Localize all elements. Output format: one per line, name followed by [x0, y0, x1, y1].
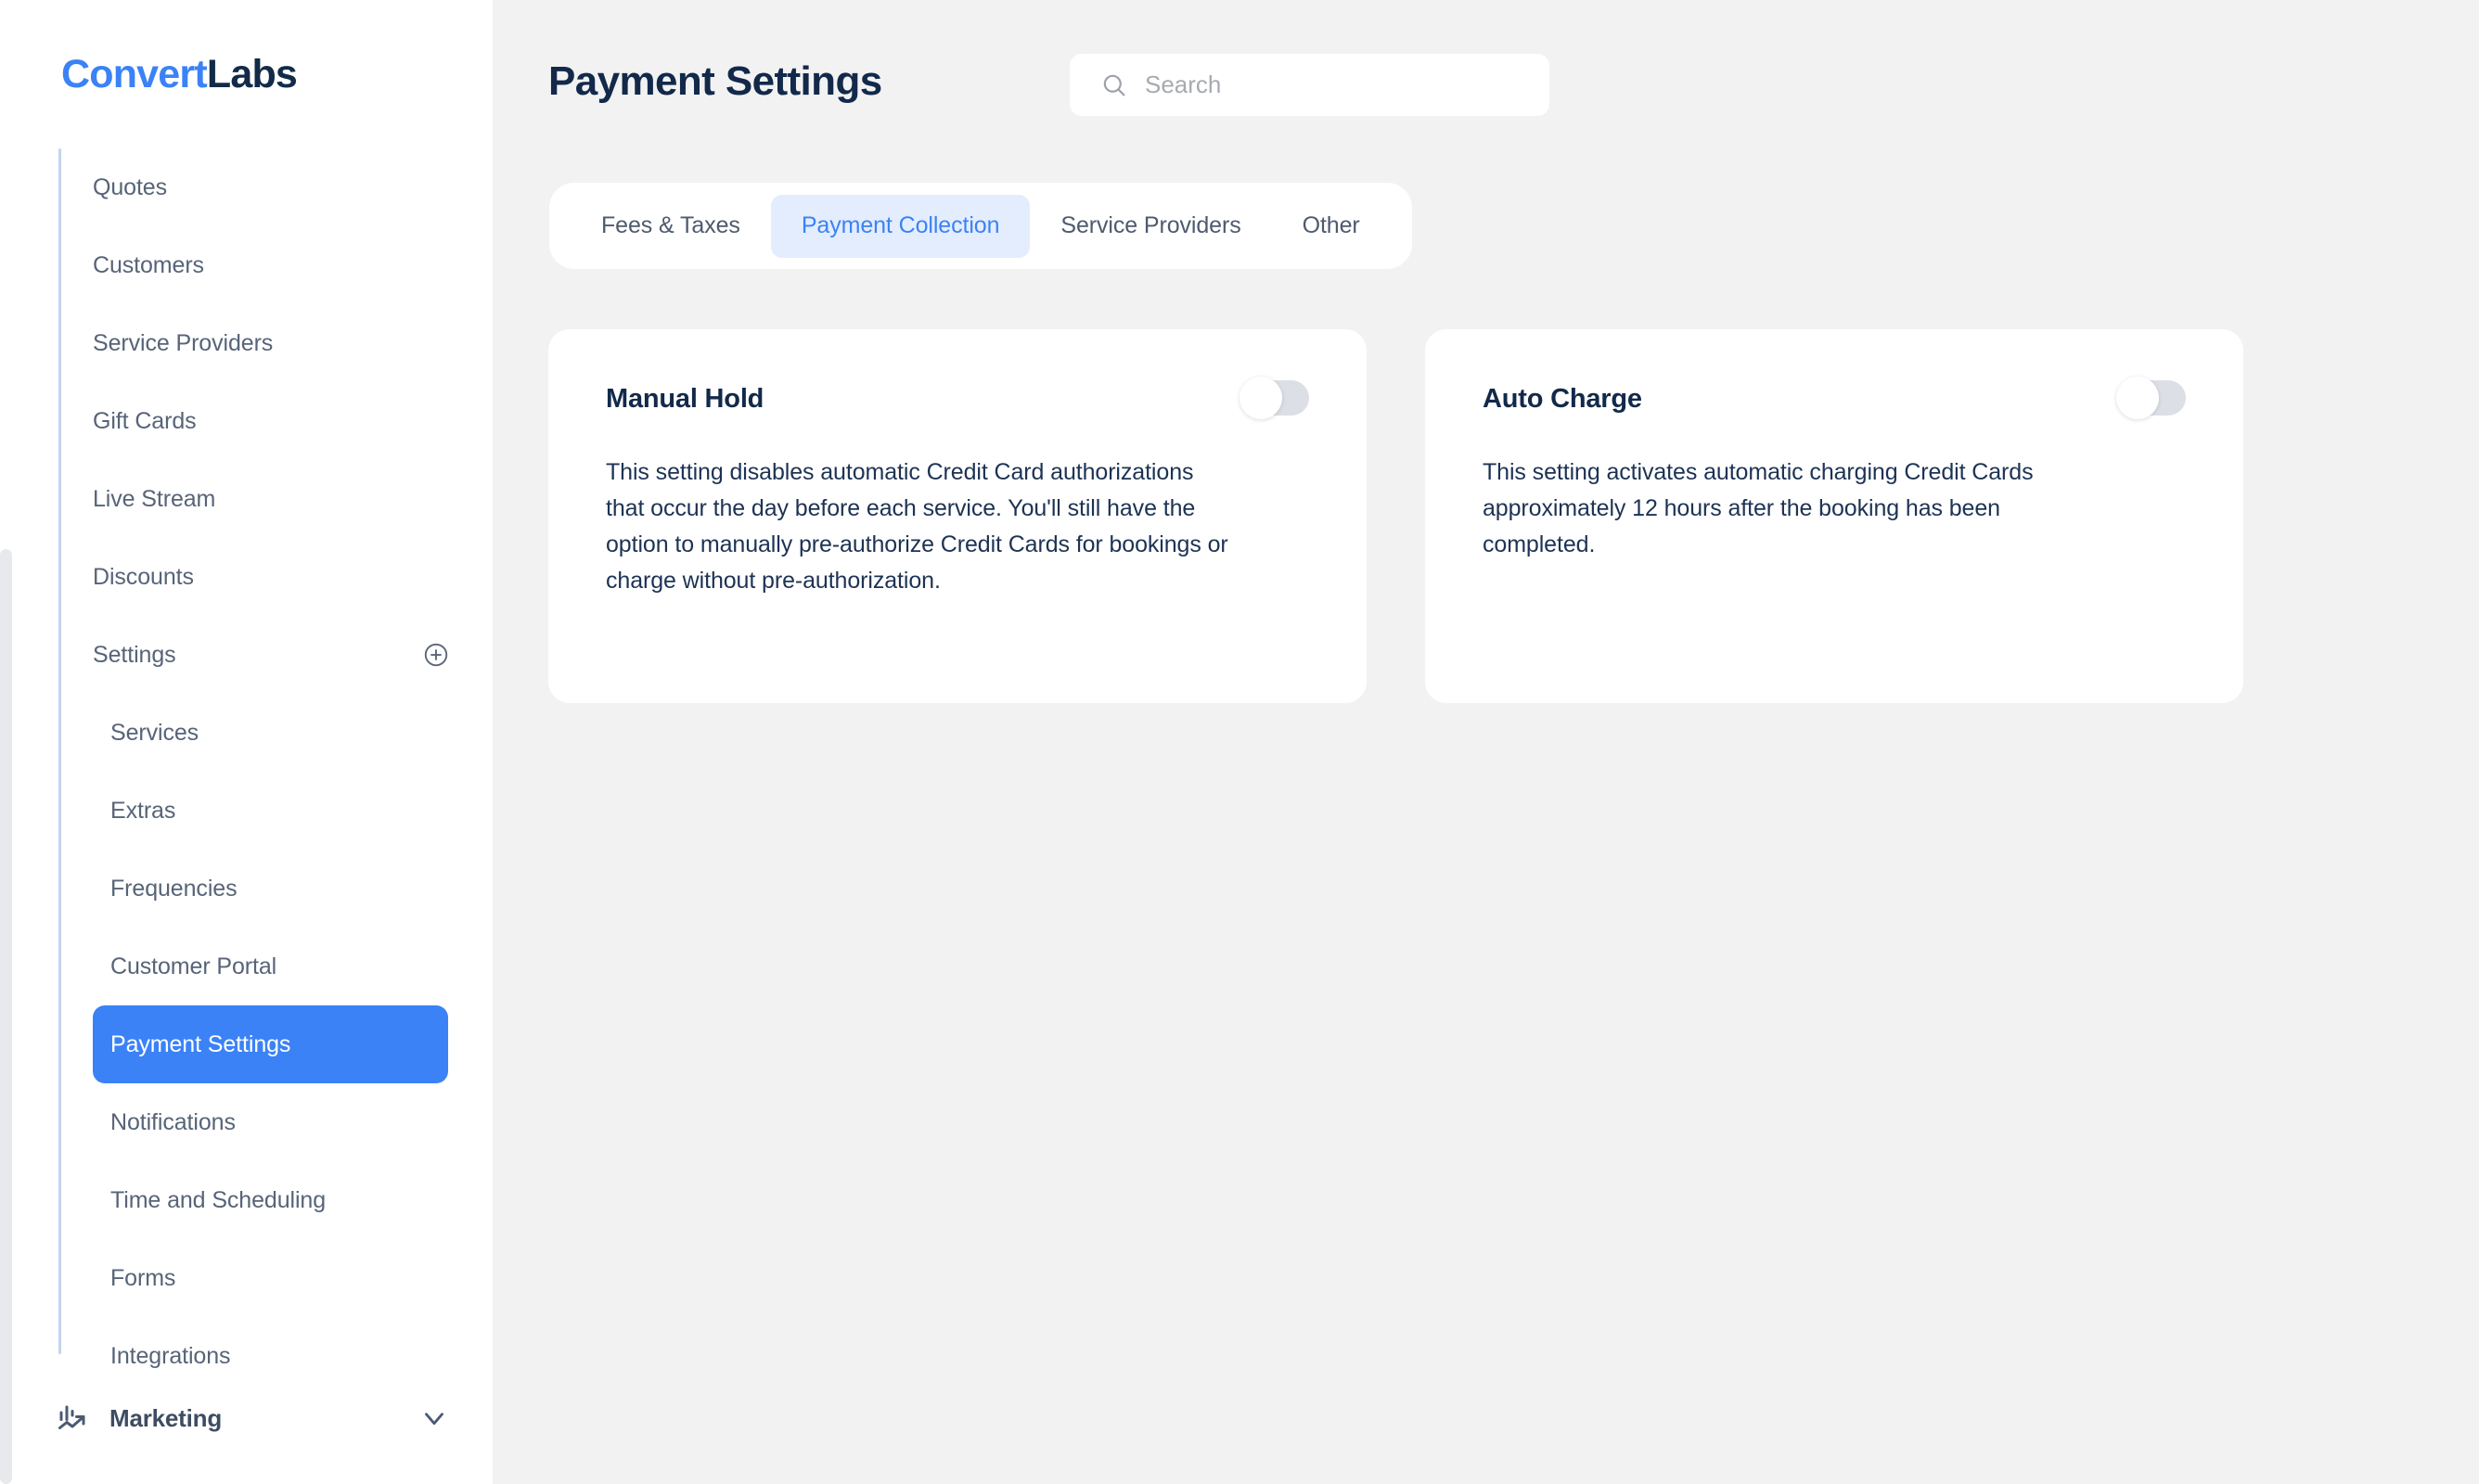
sidebar-item-integrations[interactable]: Integrations [0, 1317, 493, 1395]
sidebar-item-label: Customers [93, 251, 204, 278]
sidebar-item-label: Extras [110, 797, 176, 824]
setting-card-auto-charge: Auto Charge This setting activates automa… [1425, 329, 2243, 703]
sidebar-item-label: Integrations [110, 1342, 231, 1369]
sidebar-item-marketing[interactable]: Marketing [0, 1386, 493, 1451]
analytics-growth-icon [56, 1401, 89, 1435]
sidebar-item-settings[interactable]: Settings [0, 616, 493, 694]
sidebar-item-marketing-label: Marketing [109, 1403, 223, 1432]
setting-card-manual-hold: Manual Hold This setting disables automat… [548, 329, 1367, 703]
tab-fees-taxes[interactable]: Fees & Taxes [571, 195, 771, 258]
sidebar-item-live-stream[interactable]: Live Stream [0, 460, 493, 538]
sidebar-item-label: Services [110, 719, 199, 746]
toggle-auto-charge[interactable] [2116, 377, 2186, 419]
sidebar-item-forms[interactable]: Forms [0, 1239, 493, 1317]
sidebar-item-label: Payment Settings [110, 1030, 291, 1057]
search-bar[interactable] [1070, 54, 1549, 116]
sidebar-item-gift-cards[interactable]: Gift Cards [0, 382, 493, 460]
sidebar-item-extras[interactable]: Extras [0, 772, 493, 850]
sidebar-nav: Quotes Customers Service Providers Gift Car… [0, 148, 493, 1395]
settings-card-grid: Manual Hold This setting disables automat… [548, 329, 2293, 703]
setting-card-header: Auto Charge [1483, 377, 2186, 419]
tab-service-providers[interactable]: Service Providers [1030, 195, 1271, 258]
sidebar-item-quotes[interactable]: Quotes [0, 148, 493, 226]
sidebar-item-notifications[interactable]: Notifications [0, 1083, 493, 1161]
sidebar-item-customers[interactable]: Customers [0, 226, 493, 304]
tab-other[interactable]: Other [1272, 195, 1391, 258]
chevron-down-icon[interactable] [418, 1402, 450, 1434]
plus-circle-icon[interactable] [422, 641, 450, 669]
page-scrollbar[interactable] [0, 549, 12, 1484]
sidebar: ConvertLabs Quotes Customers Service Provi… [0, 0, 493, 1484]
sidebar-item-services[interactable]: Services [0, 694, 493, 772]
setting-card-header: Manual Hold [606, 377, 1309, 419]
setting-card-title: Manual Hold [606, 384, 764, 414]
sidebar-item-label: Live Stream [93, 485, 216, 512]
sidebar-item-label: Gift Cards [93, 407, 197, 434]
sidebar-item-label: Notifications [110, 1108, 236, 1135]
toggle-knob [2116, 377, 2159, 419]
search-icon [1100, 71, 1127, 98]
sidebar-item-label: Service Providers [93, 329, 274, 356]
toggle-manual-hold[interactable] [1240, 377, 1309, 419]
sidebar-item-label: Time and Scheduling [110, 1186, 327, 1213]
sidebar-item-label: Discounts [93, 563, 194, 590]
setting-card-description: This setting disables automatic Credit C… [606, 459, 1228, 594]
sidebar-item-service-providers[interactable]: Service Providers [0, 304, 493, 382]
sidebar-item-discounts[interactable]: Discounts [0, 538, 493, 616]
sidebar-item-label: Settings [93, 641, 176, 668]
sidebar-item-label: Customer Portal [110, 953, 277, 979]
page-title: Payment Settings [548, 58, 882, 104]
tab-payment-collection[interactable]: Payment Collection [770, 194, 1031, 258]
sidebar-item-customer-portal[interactable]: Customer Portal [0, 928, 493, 1005]
setting-card-title: Auto Charge [1483, 384, 1642, 414]
logo-text-secondary: Labs [206, 52, 298, 96]
main-content: Payment Settings Fees & TaxesPayment Col… [493, 0, 2479, 1484]
sidebar-item-label: Forms [110, 1264, 176, 1291]
sidebar-item-label: Quotes [93, 173, 168, 200]
sidebar-item-label: Frequencies [110, 875, 238, 902]
logo-text-primary: Convert [61, 52, 208, 96]
sidebar-item-frequencies[interactable]: Frequencies [0, 850, 493, 928]
sidebar-item-time-and-scheduling[interactable]: Time and Scheduling [0, 1161, 493, 1239]
search-input[interactable] [1145, 70, 1516, 99]
settings-tab-bar: Fees & Taxes Payment Collection Service Pr… [549, 183, 1412, 269]
toggle-knob [1240, 377, 1282, 419]
setting-card-description: This setting activates automatic chargin… [1483, 459, 2034, 557]
app-logo[interactable]: ConvertLabs [61, 52, 298, 97]
sidebar-item-payment-settings[interactable]: Payment Settings [93, 1005, 448, 1083]
